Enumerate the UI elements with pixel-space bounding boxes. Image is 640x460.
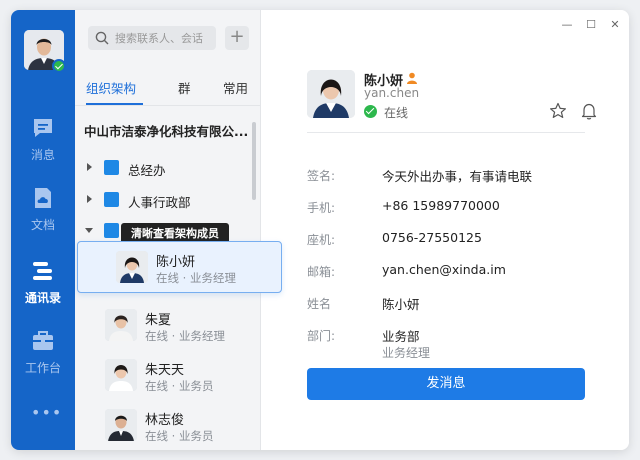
avatar (105, 309, 137, 341)
contact-tabs: 组织架构 群 常用 (75, 66, 261, 106)
landline-label: 座机: (307, 233, 336, 247)
department-icon (104, 223, 119, 238)
sidebar-item-messages[interactable]: 消息 (11, 116, 75, 176)
landline-value[interactable]: 0756-27550125 (382, 230, 482, 245)
bell-icon[interactable] (581, 102, 597, 120)
phone-value[interactable]: +86 15989770000 (382, 198, 500, 213)
search-icon (95, 31, 109, 45)
avatar (105, 409, 137, 441)
app-window: 消息 文档 通讯录 工作台 ••• 搜索联系人、会话 + 组织架构 群 常用 中… (11, 10, 629, 450)
department-item[interactable]: 人事行政部 (75, 186, 251, 216)
sidebar-item-label: 工作台 (24, 361, 61, 375)
department-icon (104, 160, 119, 175)
member-row-selected[interactable]: 陈小妍 在线 · 业务经理 (77, 241, 282, 293)
sidebar-item-label: 文档 (30, 218, 55, 232)
user-badge-icon (407, 72, 417, 84)
fullname-label: 姓名 (307, 297, 332, 311)
document-cloud-icon (35, 188, 51, 208)
avatar (105, 359, 137, 391)
avatar (116, 251, 148, 283)
department-name: 总经办 (128, 163, 166, 178)
profile-panel: — ☐ ✕ 陈小妍 yan.chen 在线 签名: 今天外出办事，有事请电联 手… (261, 10, 629, 450)
tab-org-structure[interactable]: 组织架构 (86, 78, 136, 97)
department-item[interactable]: 总经办 (75, 154, 251, 184)
plus-icon: + (229, 26, 245, 47)
sidebar-item-workbench[interactable]: 工作台 (11, 329, 75, 389)
close-icon[interactable]: ✕ (608, 18, 622, 32)
my-online-status-icon (52, 59, 66, 73)
tab-active-indicator (86, 103, 143, 105)
member-row[interactable]: 朱夏 在线 · 业务经理 (75, 300, 261, 350)
member-name: 陈小妍 (156, 255, 196, 270)
sidebar-item-documents[interactable]: 文档 (11, 186, 75, 246)
member-row[interactable]: 林志俊 在线 · 业务员 (75, 400, 261, 450)
signature-label: 签名: (307, 169, 336, 183)
department-icon (104, 192, 119, 207)
online-status-icon (364, 105, 377, 118)
department-name: 人事行政部 (128, 195, 191, 210)
nav-rail: 消息 文档 通讯录 工作台 ••• (11, 10, 75, 450)
phone-label: 手机: (307, 201, 336, 215)
more-icon[interactable]: ••• (31, 405, 61, 421)
chevron-right-icon[interactable] (87, 163, 92, 171)
email-value[interactable]: yan.chen@xinda.im (382, 262, 506, 277)
search-input[interactable] (115, 29, 211, 47)
star-icon[interactable] (549, 102, 567, 120)
member-name: 林志俊 (145, 413, 185, 428)
member-status: 在线 · 业务经理 (156, 271, 236, 285)
department-value: 业务部 (382, 329, 420, 344)
search-box[interactable] (88, 26, 216, 50)
contacts-icon (33, 262, 52, 280)
briefcase-icon (33, 331, 53, 350)
send-message-button[interactable]: 发消息 (307, 368, 585, 400)
member-name: 朱夏 (145, 313, 172, 328)
member-name: 朱天天 (145, 363, 185, 378)
company-name[interactable]: 中山市洁泰净化科技有限公... (84, 121, 252, 140)
maximize-icon[interactable]: ☐ (584, 18, 598, 32)
member-status: 在线 · 业务员 (145, 379, 214, 393)
chevron-down-icon[interactable] (85, 228, 93, 233)
add-button[interactable]: + (225, 26, 249, 50)
signature-value: 今天外出办事，有事请电联 (382, 169, 533, 184)
message-icon (34, 119, 52, 137)
tab-groups[interactable]: 群 (178, 78, 191, 97)
sidebar-item-contacts[interactable]: 通讯录 (11, 259, 75, 319)
profile-online-status: 在线 (384, 106, 409, 120)
minimize-icon[interactable]: — (560, 18, 574, 32)
sidebar-item-label: 通讯录 (24, 291, 61, 305)
member-status: 在线 · 业务经理 (145, 329, 225, 343)
position-value: 业务经理 (382, 346, 431, 360)
chevron-right-icon[interactable] (87, 195, 92, 203)
profile-username: yan.chen (364, 86, 420, 100)
fullname-value: 陈小妍 (382, 297, 420, 312)
scrollbar[interactable] (252, 122, 256, 200)
email-label: 邮箱: (307, 265, 336, 279)
member-status: 在线 · 业务员 (145, 429, 214, 443)
profile-avatar[interactable] (307, 70, 355, 118)
department-label: 部门: (307, 329, 336, 343)
divider (307, 132, 585, 133)
tab-frequent[interactable]: 常用 (223, 78, 248, 97)
member-row[interactable]: 朱天天 在线 · 业务员 (75, 350, 261, 400)
sidebar-item-label: 消息 (30, 148, 55, 162)
